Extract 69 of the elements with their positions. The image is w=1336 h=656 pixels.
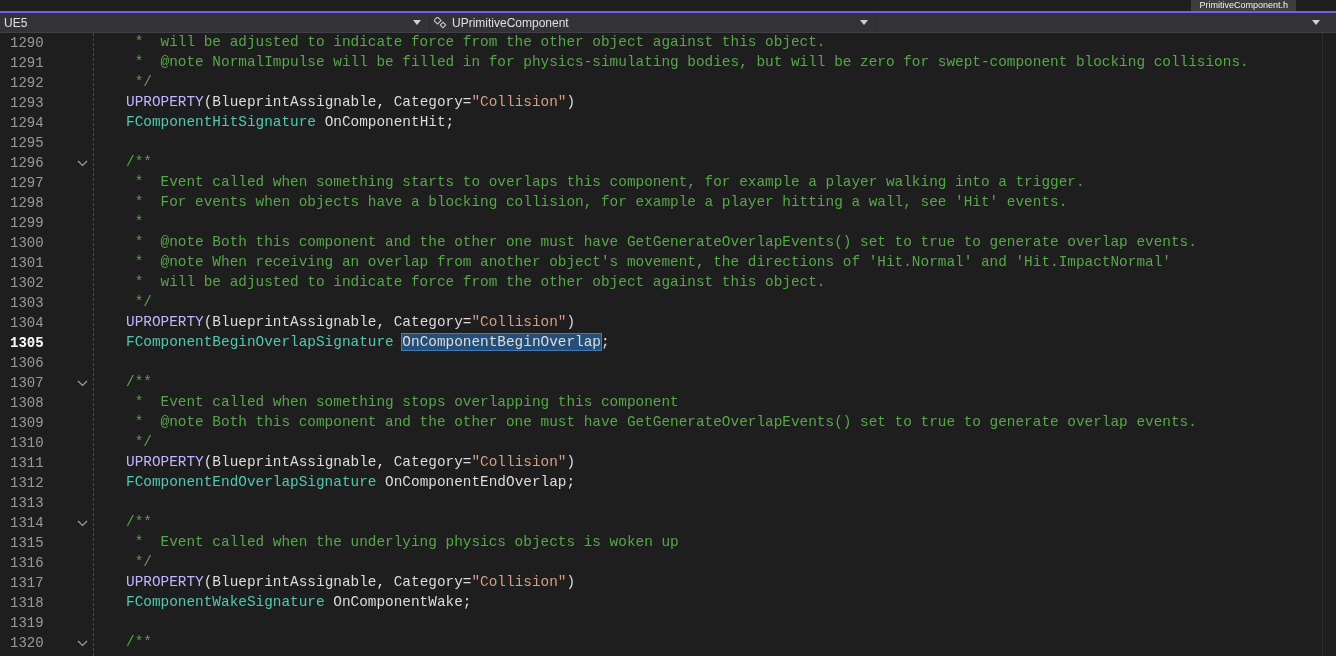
line-number: 1308 (9, 393, 45, 413)
line-number: 1316 (9, 553, 45, 573)
code-line: * (133, 213, 144, 233)
collapse-icon[interactable] (77, 159, 88, 167)
line-number: 1318 (9, 593, 45, 613)
code-line: * @note Both this component and the other one must have GetGenerateOverlapEvents() set to true to generate overlap events. (133, 233, 1197, 253)
line-number: 1315 (9, 533, 45, 553)
line-number: 1320 (9, 633, 45, 653)
document-tab[interactable]: PrimitiveComponent.h (1191, 0, 1296, 11)
project-dropdown[interactable]: UE5 (0, 13, 430, 32)
caret-icon (413, 20, 421, 25)
code-line: /** (126, 513, 152, 533)
code-line: * will be adjusted to indicate force from the other object against this object. (133, 273, 826, 293)
line-number: 1292 (9, 73, 45, 93)
line-number: 1291 (9, 53, 45, 73)
line-number: 1295 (9, 133, 45, 153)
code-line: * will be adjusted to indicate force from the other object against this object. (133, 33, 826, 53)
line-number: 1317 (9, 573, 45, 593)
code-line: FComponentBeginOverlapSignature OnComponentBeginOverlap; (126, 333, 610, 353)
code-line: * @note NormalImpulse will be filled in for physics-simulating bodies, but will be zero for swept-component blocking collisions. (133, 53, 1249, 73)
line-number: 1296 (9, 153, 45, 173)
line-number: 1300 (9, 233, 45, 253)
class-icon (434, 16, 448, 29)
code-line: /** (126, 373, 152, 393)
code-line: * @note When receiving an overlap from another object's movement, the directions of 'Hit.Normal' and 'Hit.ImpactNormal' (133, 253, 1171, 273)
code-line: */ (133, 553, 152, 573)
code-line: */ (133, 293, 152, 313)
code-line: * For events when objects have a blocking collision, for example a player hitting a wall, see 'Hit' events. (133, 193, 1068, 213)
scope-dropdown[interactable]: UPrimitiveComponent (430, 13, 877, 32)
line-number: 1305 (9, 333, 45, 353)
line-number: 1312 (9, 473, 45, 493)
line-number: 1313 (9, 493, 45, 513)
code-line: /** (126, 633, 152, 653)
line-number: 1301 (9, 253, 45, 273)
collapse-icon[interactable] (77, 379, 88, 387)
code-line: FComponentEndOverlapSignature OnComponentEndOverlap; (126, 473, 576, 493)
line-number: 1319 (9, 613, 45, 633)
line-number: 1290 (9, 33, 45, 53)
caret-icon (1312, 20, 1320, 25)
code-line: */ (133, 73, 152, 93)
code-line: * Event called when something starts to overlaps this component, for example a player walking into a trigger. (133, 173, 1085, 193)
line-number: 1306 (9, 353, 45, 373)
line-number: 1293 (9, 93, 45, 113)
line-number: 1297 (9, 173, 45, 193)
line-number: 1298 (9, 193, 45, 213)
code-line: UPROPERTY(BlueprintAssignable, Category="Collision") (126, 573, 576, 593)
code-line: /** (126, 153, 152, 173)
line-number: 1303 (9, 293, 45, 313)
code-line: * Event called when something stops overlapping this component (133, 393, 679, 413)
code-line: * Event called when the underlying physics objects is woken up (133, 533, 679, 553)
line-number: 1314 (9, 513, 45, 533)
line-number: 1302 (9, 273, 45, 293)
code-line: * @note Both this component and the other one must have GetGenerateOverlapEvents() set to true to generate overlap events. (133, 413, 1197, 433)
collapse-icon[interactable] (77, 639, 88, 647)
collapse-icon[interactable] (77, 519, 88, 527)
code-line: UPROPERTY(BlueprintAssignable, Category="Collision") (126, 453, 576, 473)
line-number: 1310 (9, 433, 45, 453)
code-line: */ (133, 433, 152, 453)
code-line: UPROPERTY(BlueprintAssignable, Category="Collision") (126, 93, 576, 113)
line-number: 1304 (9, 313, 45, 333)
code-line: UPROPERTY(BlueprintAssignable, Category="Collision") (126, 313, 576, 333)
line-number: 1307 (9, 373, 45, 393)
line-number: 1299 (9, 213, 45, 233)
code-line: FComponentWakeSignature OnComponentWake; (126, 593, 472, 613)
line-number: 1311 (9, 453, 45, 473)
line-number: 1294 (9, 113, 45, 133)
caret-icon (860, 20, 868, 25)
line-number: 1309 (9, 413, 45, 433)
code-line: FComponentHitSignature OnComponentHit; (126, 113, 455, 133)
